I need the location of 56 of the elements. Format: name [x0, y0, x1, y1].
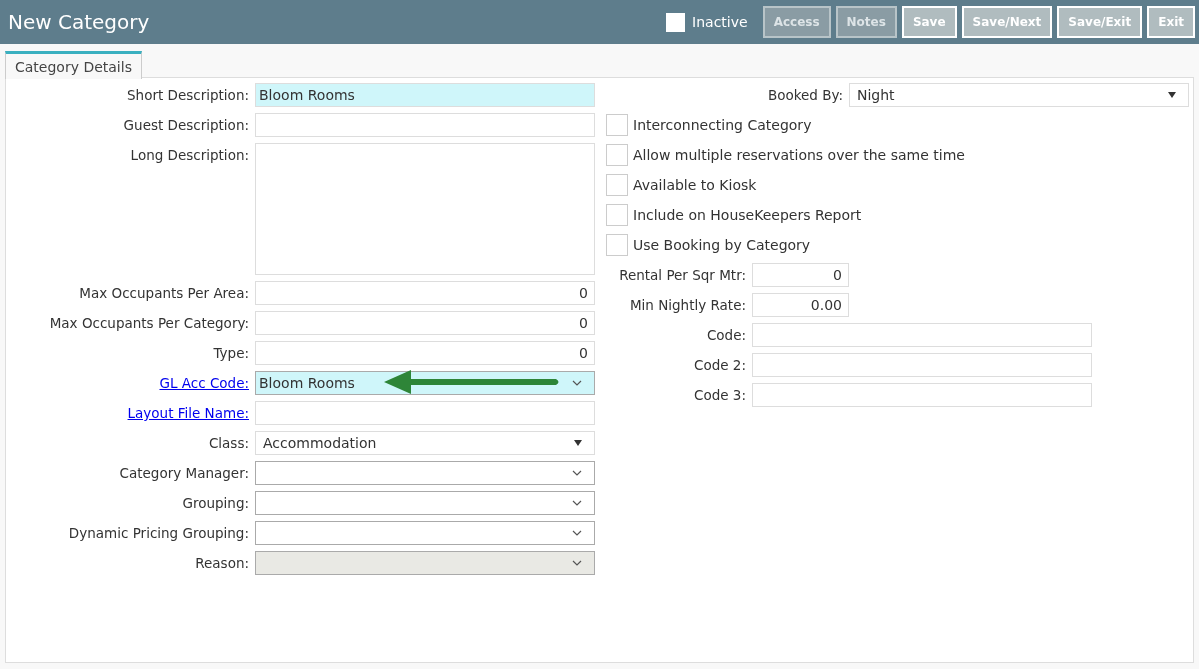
- field-label: Max Occupants Per Area:: [78, 284, 249, 301]
- checkbox[interactable]: [606, 174, 628, 196]
- textarea-field[interactable]: [255, 143, 595, 275]
- checkbox-label: Available to Kiosk: [633, 177, 757, 193]
- checkbox[interactable]: [606, 114, 628, 136]
- input-field[interactable]: 0: [255, 341, 595, 365]
- field-label: Code 2:: [693, 356, 746, 373]
- field-label: Class:: [207, 434, 249, 451]
- input-field[interactable]: [752, 353, 1092, 377]
- field-label: Code 3:: [693, 386, 746, 403]
- caret-down-icon: [1168, 92, 1176, 98]
- field-link[interactable]: GL Acc Code:: [6, 371, 249, 391]
- field-label: Category Manager:: [118, 464, 249, 481]
- window-title: New Category: [8, 10, 151, 34]
- field-label: Grouping:: [181, 494, 249, 511]
- field-label: Long Description:: [129, 146, 249, 163]
- field-label: Rental Per Sqr Mtr:: [618, 266, 746, 283]
- checkbox-label: Use Booking by Category: [633, 237, 811, 253]
- checkbox-label: Include on HouseKeepers Report: [633, 207, 862, 223]
- checkbox[interactable]: [606, 234, 628, 256]
- field-label: Max Occupants Per Category:: [48, 314, 249, 331]
- chevron-down-icon: [572, 380, 582, 386]
- chevron-down-icon: [572, 560, 582, 566]
- chevron-down-icon: [572, 530, 582, 536]
- field-label: Code:: [705, 326, 746, 343]
- input-field[interactable]: 0: [752, 263, 849, 287]
- input-field[interactable]: 0.00: [752, 293, 849, 317]
- field-label: Short Description:: [126, 86, 249, 103]
- dropdown-field[interactable]: [255, 521, 595, 545]
- input-field[interactable]: [255, 401, 595, 425]
- checkbox[interactable]: [606, 144, 628, 166]
- field-label: Min Nightly Rate:: [628, 296, 746, 313]
- tab[interactable]: Category Details: [5, 51, 142, 79]
- dropdown-field[interactable]: [255, 461, 595, 485]
- dropdown-field[interactable]: Night: [849, 83, 1189, 107]
- field-label: Guest Description:: [122, 116, 249, 133]
- input-field[interactable]: [752, 383, 1092, 407]
- field-label: Type:: [212, 344, 249, 361]
- input-field[interactable]: Bloom Rooms: [255, 83, 595, 107]
- field-label: Booked By:: [766, 86, 843, 103]
- checkbox-label: Interconnecting Category: [633, 117, 812, 133]
- chevron-down-icon: [572, 500, 582, 506]
- field-label: Dynamic Pricing Grouping:: [67, 524, 249, 541]
- chevron-down-icon: [572, 470, 582, 476]
- field-link[interactable]: Layout File Name:: [6, 401, 249, 421]
- dropdown-field[interactable]: Accommodation: [255, 431, 595, 455]
- input-field[interactable]: [255, 113, 595, 137]
- input-field[interactable]: [752, 323, 1092, 347]
- dropdown-field[interactable]: [255, 491, 595, 515]
- checkbox-label: Allow multiple reservations over the same time: [633, 147, 965, 163]
- checkbox-label: Inactive: [692, 14, 748, 30]
- input-field[interactable]: 0: [255, 281, 595, 305]
- input-field[interactable]: 0: [255, 311, 595, 335]
- checkbox[interactable]: [606, 204, 628, 226]
- field-label: Reason:: [194, 554, 249, 571]
- caret-down-icon: [574, 440, 582, 446]
